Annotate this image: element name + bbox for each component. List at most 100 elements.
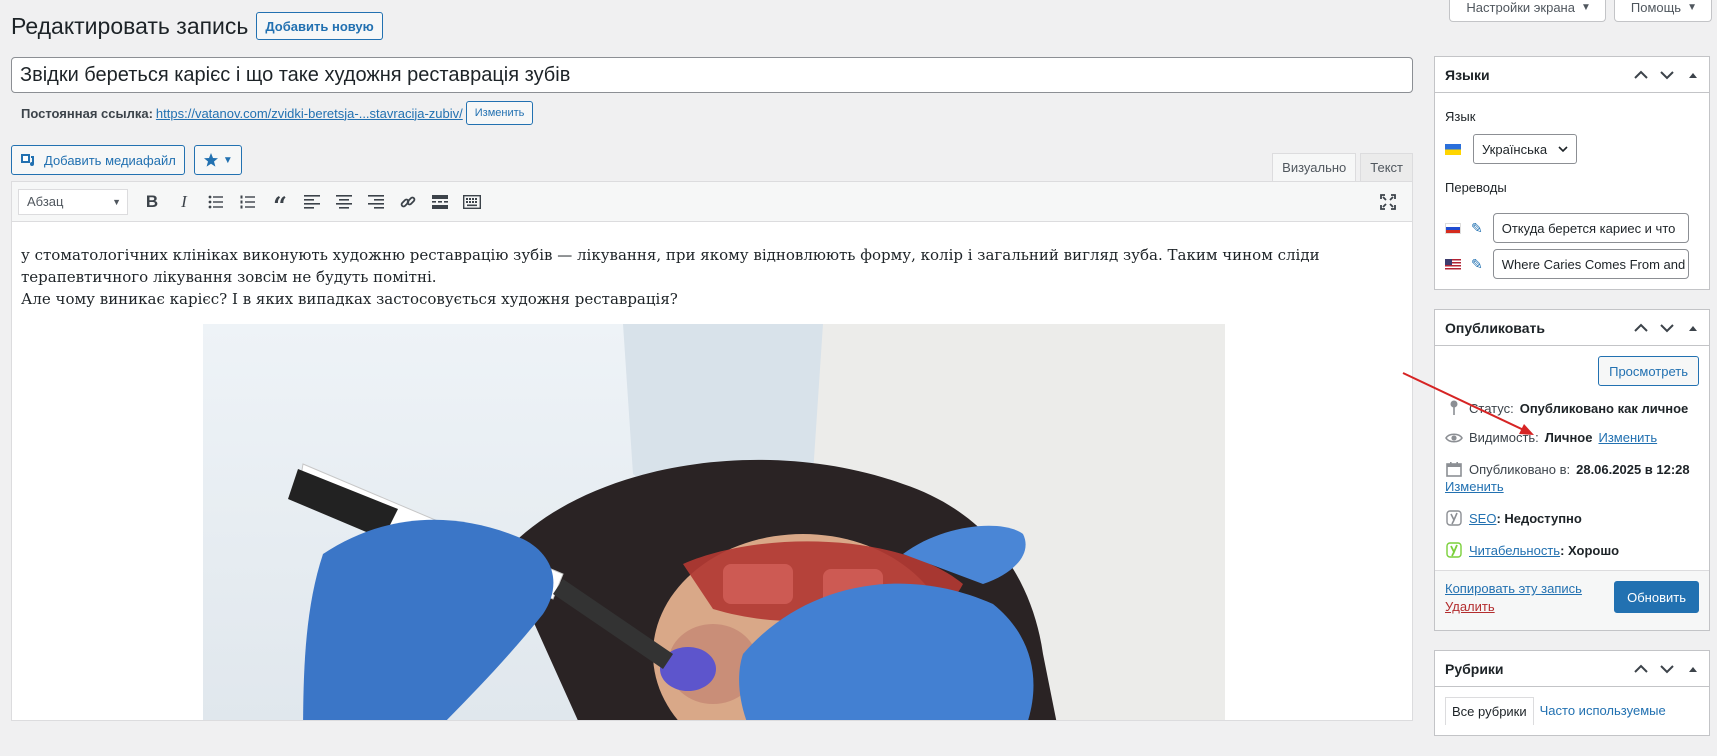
read-more-icon[interactable] xyxy=(426,188,454,216)
languages-box-body: Язык Українська Переводы ✎ Откуда беретс… xyxy=(1435,93,1709,289)
chevron-up-icon[interactable] xyxy=(1631,659,1651,679)
numbered-list-icon[interactable] xyxy=(234,188,262,216)
chevron-down-icon[interactable] xyxy=(1657,659,1677,679)
caret-down-icon: ▼ xyxy=(112,196,121,207)
media-icon xyxy=(21,154,34,166)
categories-box-body: Все рубрики Часто используемые xyxy=(1435,687,1709,735)
align-center-icon[interactable] xyxy=(330,188,358,216)
chevron-up-icon[interactable] xyxy=(1631,318,1651,338)
collapse-triangle-icon[interactable] xyxy=(1683,65,1703,85)
format-select-value: Абзац xyxy=(27,194,64,209)
categories-title: Рубрики xyxy=(1445,660,1504,677)
star-icon xyxy=(203,153,218,167)
copy-post-link[interactable]: Копировать эту запись xyxy=(1445,581,1582,596)
fullscreen-icon[interactable] xyxy=(1374,188,1402,216)
caret-down-icon: ▼ xyxy=(1580,1,1591,13)
status-row: Статус: Опубликовано как личное xyxy=(1445,400,1699,416)
align-right-icon[interactable] xyxy=(362,188,390,216)
translation-row-en: ✎ Where Caries Comes From and xyxy=(1445,249,1699,279)
preview-row: Просмотреть xyxy=(1445,356,1699,386)
tab-all-categories[interactable]: Все рубрики xyxy=(1445,697,1534,725)
box-controls xyxy=(1631,65,1703,85)
media-buttons: Добавить медиафайл ▼ Визуально Текст xyxy=(11,145,1413,181)
languages-box: Языки Язык Українська Переводы ✎ Откуда … xyxy=(1434,56,1710,290)
yoast-seo-icon xyxy=(1445,510,1463,526)
post-title-input[interactable]: Звідки береться карієс і що таке художня… xyxy=(11,57,1413,93)
sidebar: Языки Язык Українська Переводы ✎ Откуда … xyxy=(1434,56,1710,755)
chevron-down-icon xyxy=(1558,145,1568,152)
add-media-label: Добавить медиафайл xyxy=(44,152,176,168)
bold-icon[interactable]: B xyxy=(138,188,166,216)
blockquote-icon[interactable]: “ xyxy=(266,188,294,220)
post-body-content: Звідки береться карієс і що таке художня… xyxy=(11,57,1413,721)
format-select[interactable]: Абзац ▼ xyxy=(18,188,128,215)
seo-value: : Недоступно xyxy=(1496,510,1582,526)
collapse-triangle-icon[interactable] xyxy=(1683,318,1703,338)
permalink-edit-button[interactable]: Изменить xyxy=(465,101,534,125)
readability-value: : Хорошо xyxy=(1560,542,1620,558)
content-paragraph: у стоматологічних клініках виконують худ… xyxy=(21,246,1320,286)
pencil-icon[interactable]: ✎ xyxy=(1471,220,1483,237)
permalink-link[interactable]: https://vatanov.com/zvidki-beretsja-...s… xyxy=(156,106,463,121)
publish-box: Опубликовать Просмотреть Статус: Опублик… xyxy=(1434,309,1710,631)
box-controls xyxy=(1631,659,1703,679)
editor-content[interactable]: у стоматологічних клініках виконують худ… xyxy=(12,222,1412,720)
visibility-edit-link[interactable]: Изменить xyxy=(1598,430,1657,445)
language-row: Українська xyxy=(1445,134,1699,164)
link-icon[interactable] xyxy=(394,188,422,216)
toolbar-toggle-icon[interactable] xyxy=(458,188,486,216)
italic-icon[interactable]: I xyxy=(170,188,198,216)
status-value: Опубликовано как личное xyxy=(1519,400,1689,416)
bullet-list-icon[interactable] xyxy=(202,188,230,216)
page-title: Редактировать запись xyxy=(11,12,249,39)
screen-options-label: Настройки экрана xyxy=(1466,0,1575,15)
publish-box-body: Просмотреть Статус: Опубликовано как лич… xyxy=(1435,346,1709,570)
post-editor: Абзац ▼ B I “ у стоматологічних клініках… xyxy=(11,181,1413,721)
calendar-icon xyxy=(1445,461,1463,477)
language-select[interactable]: Українська xyxy=(1473,134,1577,164)
publish-box-header: Опубликовать xyxy=(1435,310,1709,346)
seo-row: SEO: Недоступно xyxy=(1445,510,1699,526)
languages-box-header: Языки xyxy=(1435,57,1709,93)
visibility-value: Личное xyxy=(1544,430,1593,445)
publish-title: Опубликовать xyxy=(1445,319,1545,336)
caret-down-icon: ▼ xyxy=(222,154,233,166)
tab-popular-categories[interactable]: Часто используемые xyxy=(1533,697,1672,725)
languages-title: Языки xyxy=(1445,66,1490,83)
update-button[interactable]: Обновить xyxy=(1614,581,1699,613)
usa-flag-icon xyxy=(1445,258,1461,270)
preview-button[interactable]: Просмотреть xyxy=(1598,356,1699,386)
tab-text[interactable]: Текст xyxy=(1360,153,1413,181)
seo-link[interactable]: SEO xyxy=(1469,511,1496,526)
help-tab[interactable]: Помощь ▼ xyxy=(1613,0,1712,22)
published-edit-link[interactable]: Изменить xyxy=(1445,479,1504,494)
yoast-readability-icon xyxy=(1445,542,1463,558)
translation-en-input[interactable]: Where Caries Comes From and xyxy=(1492,249,1689,279)
screen-options-tab[interactable]: Настройки экрана ▼ xyxy=(1449,0,1606,22)
dental-photo-illustration xyxy=(203,324,1225,720)
chevron-down-icon[interactable] xyxy=(1657,65,1677,85)
tab-visual[interactable]: Визуально xyxy=(1272,153,1357,181)
translation-row-ru: ✎ Откуда берется кариес и что xyxy=(1445,213,1699,243)
chevron-down-icon[interactable] xyxy=(1657,318,1677,338)
publish-actions: Копировать эту запись Удалить Обновить xyxy=(1435,570,1709,630)
chevron-up-icon[interactable] xyxy=(1631,65,1651,85)
eye-icon xyxy=(1445,432,1463,444)
add-media-button[interactable]: Добавить медиафайл xyxy=(11,145,185,175)
pencil-icon[interactable]: ✎ xyxy=(1471,256,1483,273)
collapse-triangle-icon[interactable] xyxy=(1683,659,1703,679)
dental-procedure-image[interactable] xyxy=(203,324,1225,720)
delete-link[interactable]: Удалить xyxy=(1445,599,1495,614)
align-left-icon[interactable] xyxy=(298,188,326,216)
page-header: Редактировать запись Добавить новую xyxy=(11,12,383,40)
add-new-button[interactable]: Добавить новую xyxy=(256,12,383,40)
translations-label: Переводы xyxy=(1445,180,1507,195)
categories-box: Рубрики Все рубрики Часто используемые xyxy=(1434,650,1710,736)
translation-ru-input[interactable]: Откуда берется кариес и что xyxy=(1492,213,1689,243)
shortcode-dropdown-button[interactable]: ▼ xyxy=(193,145,242,175)
categories-tabs: Все рубрики Часто используемые xyxy=(1445,697,1699,725)
readability-link[interactable]: Читабельность xyxy=(1469,543,1560,558)
pin-icon xyxy=(1445,400,1463,416)
content-paragraph: Але чому виникає карієс? І в яких випадк… xyxy=(21,290,678,308)
language-select-value: Українська xyxy=(1482,141,1548,157)
